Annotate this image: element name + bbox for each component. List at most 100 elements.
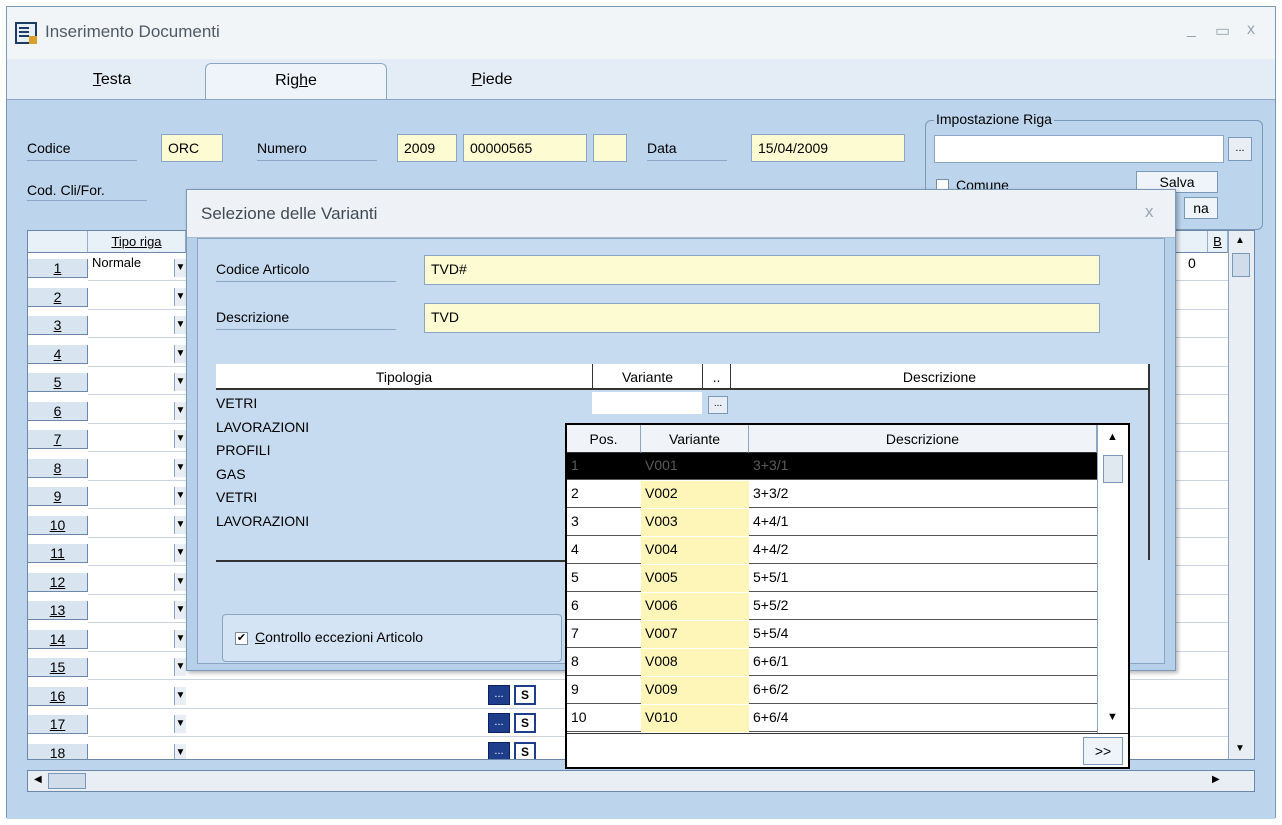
impostazione-browse-button[interactable]: ... bbox=[1228, 137, 1252, 161]
maximize-button[interactable]: ▭ bbox=[1215, 21, 1230, 41]
grid-row-header[interactable]: 14 bbox=[28, 629, 88, 649]
numero-field[interactable]: 00000565 bbox=[463, 134, 587, 162]
popup-pos: 8 bbox=[571, 653, 579, 669]
impostazione-second-button[interactable]: na bbox=[1184, 197, 1218, 219]
minimize-button[interactable]: _ bbox=[1187, 21, 1196, 39]
col-popup-descrizione[interactable]: Descrizione bbox=[749, 425, 1097, 453]
chevron-down-icon[interactable]: ▼ bbox=[174, 686, 186, 705]
popup-variante: V005 bbox=[645, 569, 678, 585]
title-bar[interactable]: Inserimento Documenti _ ▭ x bbox=[7, 7, 1275, 59]
suffix-field[interactable] bbox=[593, 134, 627, 162]
col-tipologia[interactable]: Tipologia bbox=[216, 364, 592, 390]
chevron-down-icon[interactable]: ▼ bbox=[174, 401, 186, 420]
grid-row-header[interactable]: 9 bbox=[28, 487, 88, 506]
popup-descrizione: 3+3/2 bbox=[753, 485, 789, 501]
chevron-down-icon[interactable]: ▼ bbox=[174, 601, 186, 619]
popup-row[interactable]: 5 V005 5+5/1 bbox=[567, 565, 1097, 592]
col-dots[interactable]: .. bbox=[702, 364, 730, 390]
grid-row-header[interactable]: 11 bbox=[28, 544, 88, 563]
popup-row[interactable]: 1 V001 3+3/1 bbox=[567, 453, 1097, 480]
tipologia-table[interactable]: Tipologia Variante .. Descrizione ... VE… bbox=[28, 174, 1150, 562]
scroll-left-icon[interactable]: ◀ bbox=[34, 774, 42, 785]
tipologia-cell[interactable]: LAVORAZIONI bbox=[216, 416, 592, 439]
scroll-thumb[interactable] bbox=[1232, 253, 1250, 277]
chevron-down-icon[interactable]: ▼ bbox=[174, 572, 186, 591]
chevron-down-icon[interactable]: ▼ bbox=[174, 515, 186, 534]
tipologia-cell[interactable]: PROFILI bbox=[216, 439, 592, 462]
row-s-button[interactable]: S bbox=[514, 713, 536, 733]
scroll-right-icon[interactable]: ▶ bbox=[1212, 774, 1220, 785]
anno-field[interactable]: 2009 bbox=[397, 134, 457, 162]
row-browse-button[interactable]: ... bbox=[488, 684, 510, 705]
popup-scroll-up-icon[interactable]: ▲ bbox=[1107, 431, 1118, 443]
grid-vscrollbar[interactable]: ▲ ▼ bbox=[1228, 231, 1254, 759]
tab-righe[interactable]: Righe bbox=[205, 63, 387, 99]
close-button[interactable]: x bbox=[1247, 21, 1255, 39]
grid-row-header[interactable]: 17 bbox=[28, 715, 88, 734]
popup-row[interactable]: 10 V010 6+6/4 bbox=[567, 705, 1097, 732]
data-field[interactable]: 15/04/2009 bbox=[751, 134, 905, 162]
grid-row-header[interactable]: 13 bbox=[28, 601, 88, 620]
more-button[interactable]: >> bbox=[1083, 737, 1123, 765]
popup-row[interactable]: 9 V009 6+6/2 bbox=[567, 677, 1097, 704]
grid-hscrollbar[interactable]: ◀ ▶ bbox=[27, 770, 1255, 792]
tab-bar: Testa Righe Piede bbox=[7, 59, 1275, 99]
scroll-up-icon[interactable]: ▲ bbox=[1235, 235, 1245, 246]
chevron-down-icon[interactable]: ▼ bbox=[174, 629, 186, 648]
row-browse-button[interactable]: ... bbox=[488, 713, 510, 733]
popup-row[interactable]: 7 V007 5+5/4 bbox=[567, 621, 1097, 648]
chevron-down-icon[interactable]: ▼ bbox=[174, 715, 186, 733]
hscroll-thumb[interactable] bbox=[48, 773, 86, 789]
popup-descrizione: 6+6/1 bbox=[753, 653, 789, 669]
popup-scroll-thumb[interactable] bbox=[1103, 455, 1123, 483]
col-b[interactable]: B bbox=[1208, 231, 1228, 253]
row-browse-button[interactable]: ... bbox=[488, 741, 510, 759]
codice-field[interactable]: ORC bbox=[161, 134, 223, 162]
col-popup-variante[interactable]: Variante bbox=[641, 425, 749, 453]
grid-row-header[interactable]: 7 bbox=[28, 430, 88, 449]
chevron-down-icon[interactable]: ▼ bbox=[174, 458, 186, 477]
tipologia-cell[interactable]: LAVORAZIONI bbox=[216, 510, 592, 533]
grid-row-header[interactable]: 10 bbox=[28, 515, 88, 535]
controllo-eccezioni-checkbox[interactable]: ✔ bbox=[235, 632, 248, 645]
row-s-button[interactable]: S bbox=[514, 684, 536, 705]
tipologia-cell[interactable]: VETRI bbox=[216, 392, 592, 415]
popup-scroll-down-icon[interactable]: ▼ bbox=[1107, 711, 1118, 723]
chevron-down-icon[interactable]: ▼ bbox=[174, 544, 186, 562]
tipologia-cell[interactable]: VETRI bbox=[216, 486, 592, 509]
grid-row-header[interactable]: 18 bbox=[28, 743, 88, 759]
popup-row[interactable]: 3 V003 4+4/1 bbox=[567, 509, 1097, 536]
chevron-down-icon[interactable]: ▼ bbox=[174, 373, 186, 391]
col-descrizione[interactable]: Descrizione bbox=[730, 364, 1148, 390]
tipologia-cell[interactable]: GAS bbox=[216, 463, 592, 486]
row-s-button[interactable]: S bbox=[514, 741, 536, 759]
dialog-close-button[interactable]: x bbox=[1145, 202, 1154, 222]
grid-row-header[interactable]: 6 bbox=[28, 401, 88, 421]
grid-row-header[interactable]: 16 bbox=[28, 686, 88, 706]
popup-row[interactable]: 6 V006 5+5/2 bbox=[567, 593, 1097, 620]
col-variante[interactable]: Variante bbox=[592, 364, 702, 390]
tab-piede[interactable]: Piede bbox=[427, 63, 557, 99]
grid-row-header[interactable]: 12 bbox=[28, 572, 88, 592]
variante-edit-cell[interactable] bbox=[592, 392, 702, 414]
variante-browse-button[interactable]: ... bbox=[708, 396, 728, 414]
popup-vscrollbar[interactable]: ▲ ▼ bbox=[1097, 425, 1128, 733]
popup-row[interactable]: 8 V008 6+6/1 bbox=[567, 649, 1097, 676]
popup-row[interactable]: 2 V002 3+3/2 bbox=[567, 481, 1097, 508]
grid-row-header[interactable]: 5 bbox=[28, 373, 88, 392]
chevron-down-icon[interactable]: ▼ bbox=[174, 743, 186, 759]
chevron-down-icon[interactable]: ▼ bbox=[174, 658, 186, 676]
chevron-down-icon[interactable]: ▼ bbox=[174, 430, 186, 448]
scroll-down-icon[interactable]: ▼ bbox=[1235, 743, 1245, 754]
varianti-popup-list[interactable]: Pos. Variante Descrizione 1 V001 3+3/1 2 V00… bbox=[565, 423, 1130, 769]
popup-row[interactable]: 4 V004 4+4/2 bbox=[567, 537, 1097, 564]
impostazione-field[interactable] bbox=[934, 135, 1224, 163]
chevron-down-icon[interactable]: ▼ bbox=[174, 487, 186, 505]
grid-row-header[interactable]: 8 bbox=[28, 458, 88, 478]
popup-pos: 6 bbox=[571, 597, 579, 613]
tab-testa[interactable]: Testa bbox=[47, 63, 177, 99]
grid-row-header[interactable]: 15 bbox=[28, 658, 88, 677]
document-icon bbox=[15, 22, 37, 44]
popup-descrizione: 4+4/2 bbox=[753, 541, 789, 557]
col-pos[interactable]: Pos. bbox=[567, 425, 641, 453]
